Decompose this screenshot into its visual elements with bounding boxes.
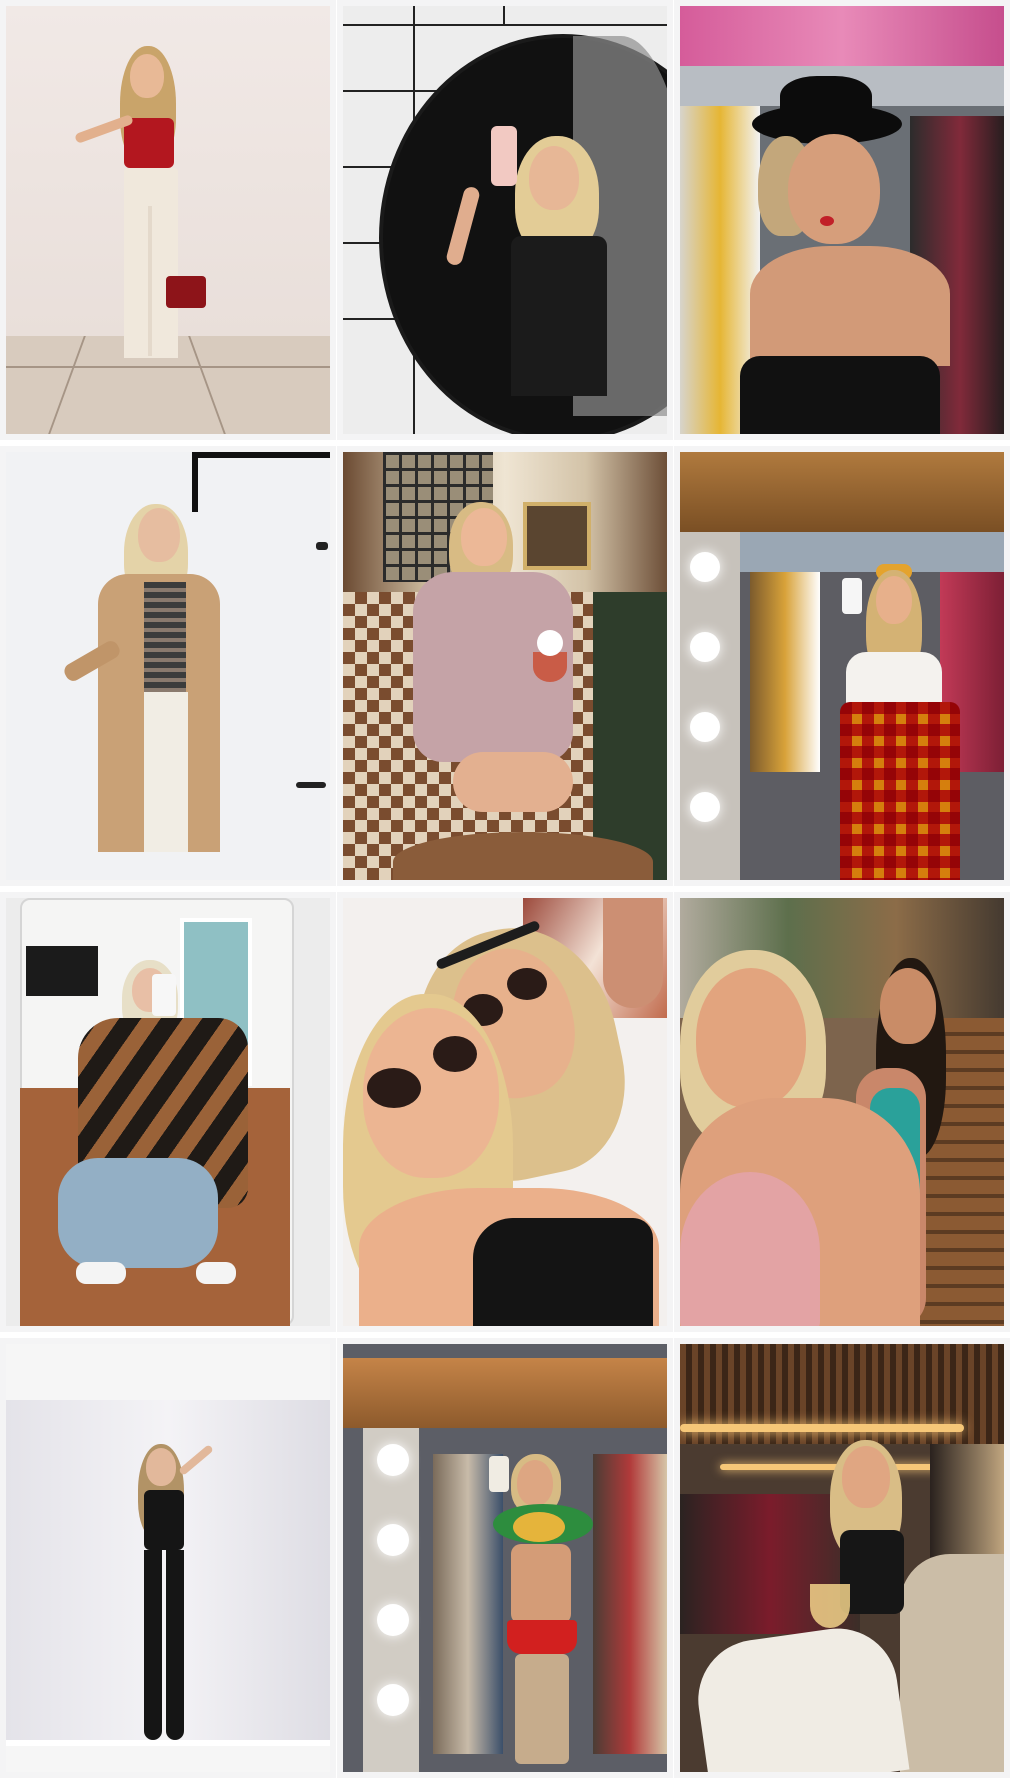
photo-grid xyxy=(0,0,1010,1785)
post-image-10 xyxy=(6,1344,330,1772)
post-tile-5[interactable] xyxy=(337,446,673,886)
post-tile-7[interactable] xyxy=(0,892,336,1332)
post-tile-12[interactable] xyxy=(674,1338,1010,1778)
post-tile-11[interactable] xyxy=(337,1338,673,1778)
post-image-6 xyxy=(680,452,1004,880)
post-tile-4[interactable] xyxy=(0,446,336,886)
post-image-1 xyxy=(6,6,330,434)
post-tile-10[interactable] xyxy=(0,1338,336,1778)
post-image-7 xyxy=(6,898,330,1326)
post-image-4 xyxy=(6,452,330,880)
post-image-2 xyxy=(343,6,667,434)
post-tile-8[interactable] xyxy=(337,892,673,1332)
post-tile-6[interactable] xyxy=(674,446,1010,886)
post-tile-9[interactable] xyxy=(674,892,1010,1332)
post-tile-2[interactable] xyxy=(337,0,673,440)
post-image-9 xyxy=(680,898,1004,1326)
post-image-11 xyxy=(343,1344,667,1772)
post-image-3 xyxy=(680,6,1004,434)
post-image-12 xyxy=(680,1344,1004,1772)
post-image-8 xyxy=(343,898,667,1326)
post-tile-3[interactable] xyxy=(674,0,1010,440)
post-tile-1[interactable] xyxy=(0,0,336,440)
post-image-5 xyxy=(343,452,667,880)
